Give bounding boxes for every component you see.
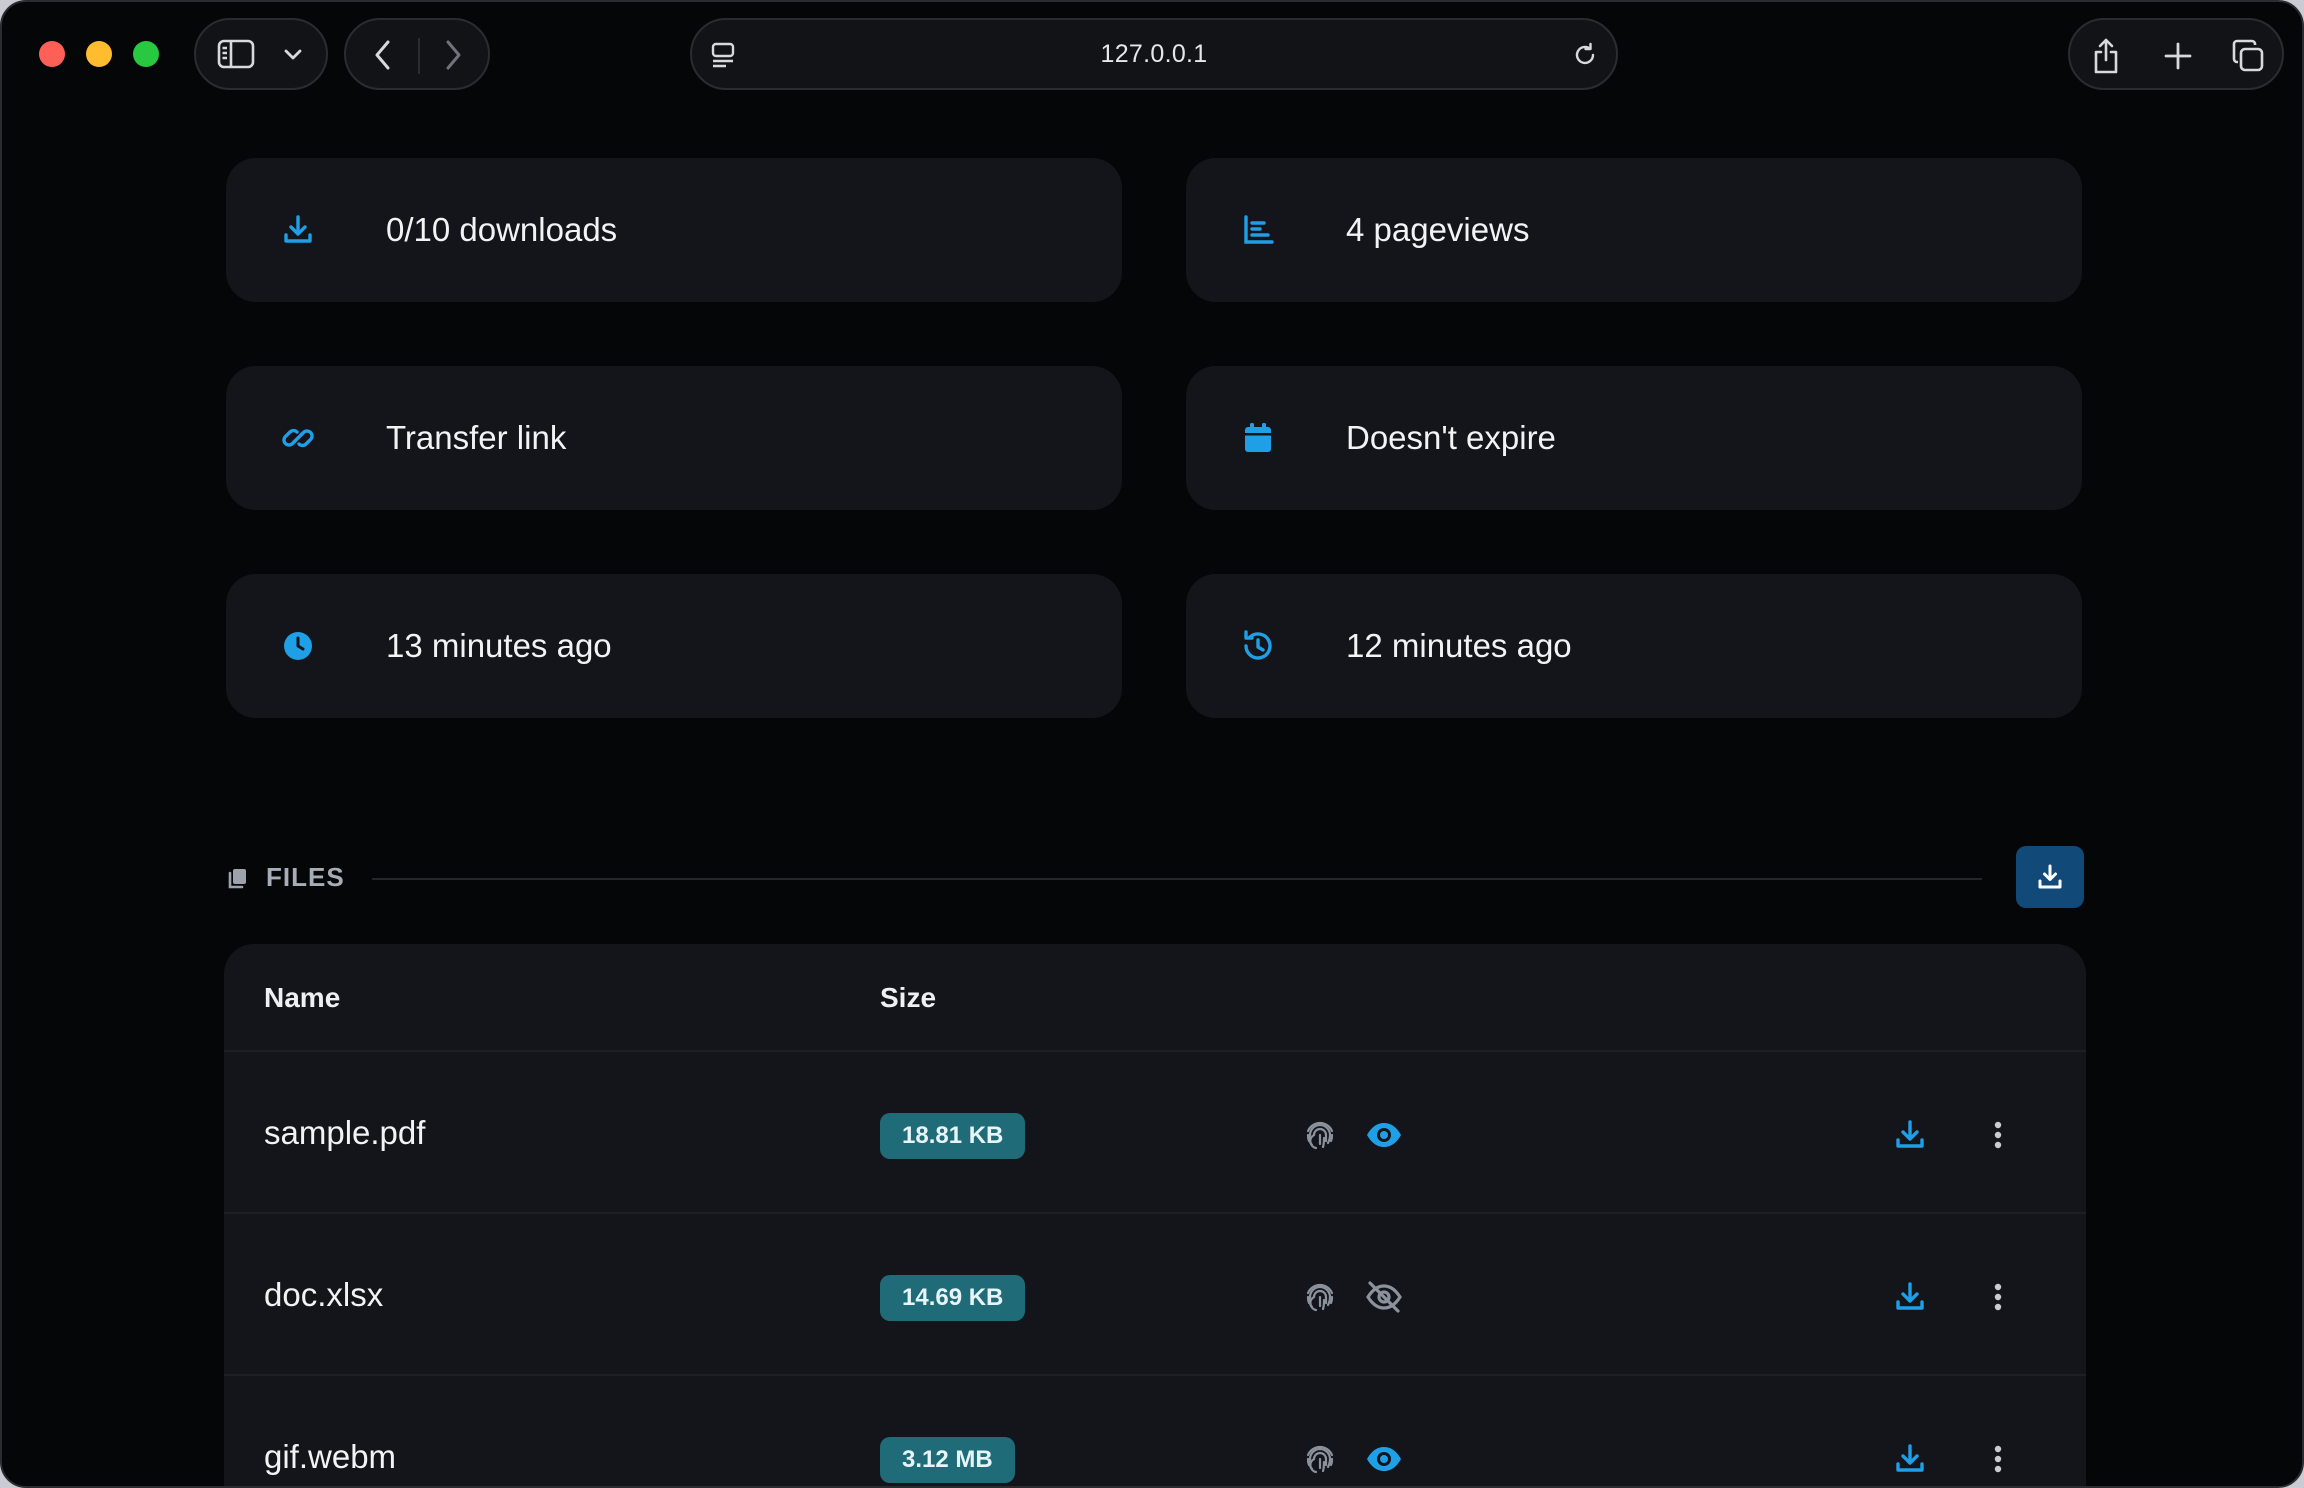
pageviews-card: 4 pageviews: [1186, 158, 2082, 302]
browser-toolbar: 127.0.0.1: [2, 2, 2302, 106]
window-actions: [2068, 18, 2284, 90]
download-icon[interactable]: [1890, 1439, 1930, 1479]
clock-icon: [278, 626, 318, 666]
more-options-icon[interactable]: [1978, 1115, 2018, 1155]
files-table: Name Size sample.pdf 18.81 KB doc.xlsx 1…: [224, 944, 2086, 1486]
download-icon: [278, 210, 318, 250]
file-name: sample.pdf: [264, 1114, 426, 1151]
navigation-control: [344, 18, 490, 90]
reload-icon: [1575, 42, 1595, 65]
sidebar-icon: [217, 39, 255, 69]
table-row: gif.webm 3.12 MB: [224, 1376, 2086, 1486]
expiry-card: Doesn't expire: [1186, 366, 2082, 510]
download-icon: [2038, 864, 2062, 889]
eye-icon[interactable]: [1364, 1439, 1404, 1479]
eye-slash-icon[interactable]: [1364, 1277, 1404, 1317]
reload-button[interactable]: [1568, 38, 1602, 72]
files-icon: [226, 868, 248, 890]
more-options-icon[interactable]: [1978, 1439, 2018, 1479]
divider: [372, 878, 1982, 880]
page-content: 0/10 downloads 4 pageviews Transfer link: [2, 106, 2302, 1486]
sidebar-control: [194, 18, 328, 90]
chart-icon: [1238, 210, 1278, 250]
download-icon[interactable]: [1890, 1277, 1930, 1317]
transfer-link-card[interactable]: Transfer link: [226, 366, 1122, 510]
column-header-name[interactable]: Name: [264, 944, 340, 1052]
expiry-status: Doesn't expire: [1346, 419, 1556, 456]
table-row: doc.xlsx 14.69 KB: [224, 1214, 2086, 1376]
nav-divider: [418, 38, 420, 74]
file-name: doc.xlsx: [264, 1276, 384, 1313]
created-card: 13 minutes ago: [226, 574, 1122, 718]
table-row: sample.pdf 18.81 KB: [224, 1052, 2086, 1214]
downloads-count: 0/10 downloads: [386, 211, 618, 248]
downloads-card: 0/10 downloads: [226, 158, 1122, 302]
address-bar[interactable]: 127.0.0.1: [690, 18, 1618, 90]
new-tab-button[interactable]: [2156, 34, 2200, 78]
more-options-icon[interactable]: [1978, 1277, 2018, 1317]
created-time: 13 minutes ago: [386, 627, 612, 664]
sidebar-toggle-button[interactable]: [214, 36, 258, 72]
url-text[interactable]: 127.0.0.1: [692, 20, 1616, 88]
column-header-size[interactable]: Size: [880, 944, 936, 1052]
fingerprint-icon[interactable]: [1300, 1439, 1340, 1479]
share-icon: [2094, 38, 2118, 74]
plus-icon: [2164, 42, 2192, 70]
fingerprint-icon[interactable]: [1300, 1115, 1340, 1155]
table-header: Name Size: [224, 944, 2086, 1052]
chevron-left-icon: [375, 40, 390, 70]
files-section-header: FILES: [226, 846, 2084, 910]
zoom-window-button[interactable]: [133, 41, 159, 67]
minimize-window-button[interactable]: [86, 41, 112, 67]
file-size-badge: 18.81 KB: [880, 1113, 1026, 1159]
close-window-button[interactable]: [39, 41, 65, 67]
updated-card: 12 minutes ago: [1186, 574, 2082, 718]
tabs-icon: [2232, 39, 2264, 72]
tab-groups-dropdown[interactable]: [278, 40, 308, 70]
history-icon: [1238, 626, 1278, 666]
back-button[interactable]: [364, 36, 402, 74]
files-section-label: FILES: [266, 862, 345, 892]
download-icon[interactable]: [1890, 1115, 1930, 1155]
file-size-badge: 14.69 KB: [880, 1275, 1026, 1321]
calendar-icon: [1238, 418, 1278, 458]
browser-window: 127.0.0.1 0/10 downloads 4 pageviews Tra…: [0, 0, 2304, 1488]
file-name: gif.webm: [264, 1438, 397, 1475]
fingerprint-icon[interactable]: [1300, 1277, 1340, 1317]
share-button[interactable]: [2084, 34, 2128, 78]
link-icon: [278, 418, 318, 458]
tab-overview-button[interactable]: [2226, 34, 2270, 78]
eye-icon[interactable]: [1364, 1115, 1404, 1155]
transfer-link[interactable]: Transfer link: [386, 366, 566, 510]
chevron-right-icon: [446, 40, 461, 70]
updated-time: 12 minutes ago: [1346, 627, 1572, 664]
download-all-button[interactable]: [2016, 846, 2084, 908]
forward-button[interactable]: [434, 36, 472, 74]
pageviews-count: 4 pageviews: [1346, 211, 1530, 248]
file-size-badge: 3.12 MB: [880, 1437, 1015, 1483]
chevron-down-icon: [284, 49, 302, 60]
